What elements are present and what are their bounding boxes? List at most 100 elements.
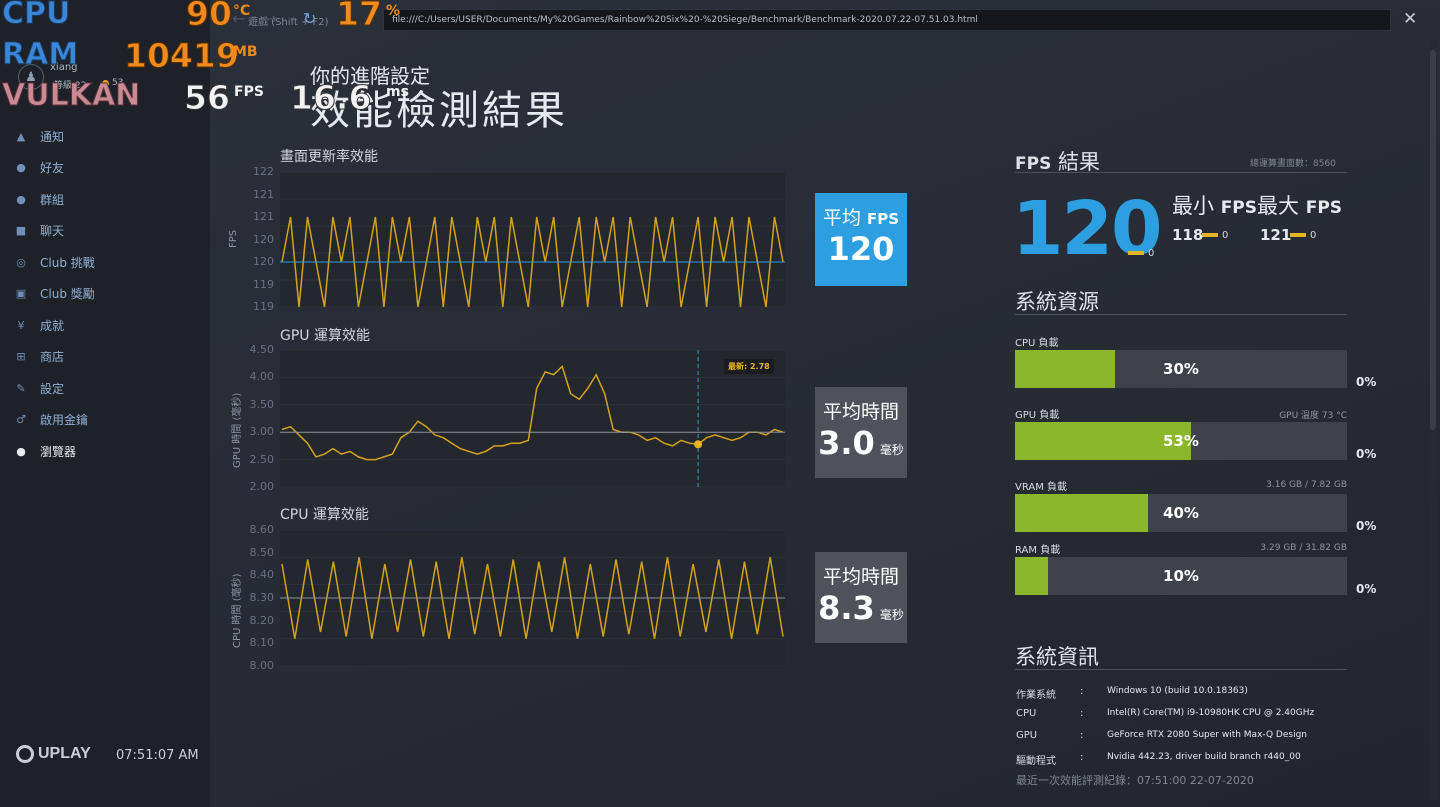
sidebar-item-label: 群組	[40, 192, 65, 207]
gpu-ytick: 2.00	[249, 480, 275, 493]
avg-gpu-label: 平均時間	[822, 401, 899, 423]
gpu-ytick: 4.50	[249, 343, 275, 356]
resource-detail: 3.29 GB / 31.82 GB	[1260, 543, 1347, 553]
resource-detail: 3.16 GB / 7.82 GB	[1266, 480, 1347, 490]
sysinfo-key: 作業系統	[1016, 690, 1056, 701]
key-icon: ♂	[16, 413, 26, 426]
sidebar-item-label: 聊天	[40, 224, 65, 238]
sysinfo-key: GPU	[1016, 730, 1038, 741]
forward-arrow-icon[interactable]: →	[264, 9, 277, 28]
avg-fps-delta: 0	[1128, 248, 1154, 259]
avg-cpu-box: 平均時間 8.3 毫秒	[815, 552, 907, 643]
sysinfo-key: CPU	[1016, 708, 1037, 719]
max-fps-value: 121	[1260, 226, 1292, 244]
divider	[1015, 669, 1347, 670]
sidebar-item-3[interactable]: ● 群組	[14, 188, 64, 210]
sysinfo-colon: :	[1080, 730, 1084, 741]
sidebar-item-7[interactable]: ¥ 成就	[14, 314, 65, 336]
fps-graph	[280, 171, 815, 308]
sidebar-item-1[interactable]: ▲ 通知	[14, 125, 64, 147]
sidebar-item-label: 通知	[40, 129, 65, 144]
cpu-graph-title: CPU 運算效能	[280, 507, 369, 523]
resource-percent: 40%	[1163, 504, 1199, 522]
chat-icon: ■	[15, 224, 27, 237]
cpu-ytick: 8.30	[249, 591, 275, 604]
gpu-graph[interactable]: 最新: 2.78	[280, 349, 815, 488]
gpu-ytick: 3.00	[249, 425, 275, 439]
globe-icon: ●	[16, 444, 26, 458]
resource-bar: 30%	[1015, 350, 1347, 388]
sidebar-item-10[interactable]: ♂ 啟用金鑰	[14, 409, 88, 431]
min-fps-delta: 0	[1202, 230, 1228, 241]
sidebar-item-label: 設定	[40, 381, 65, 396]
sidebar-item-6[interactable]: ▣ Club 獎勵	[14, 283, 95, 305]
sidebar-item-2[interactable]: ● 好友	[14, 157, 64, 179]
avg-fps-big: 120	[1012, 186, 1162, 272]
min-max-title: 最小 FPS最大 FPS	[1172, 194, 1343, 218]
sysinfo-colon: :	[1080, 686, 1084, 697]
osd-ram-unit: MB	[233, 44, 258, 60]
osd-frametime: 16.6	[289, 78, 372, 118]
total-frames: 總運算畫面數：8560	[1250, 159, 1336, 169]
gpu-tooltip: 最新: 2.78	[724, 359, 774, 374]
bell-icon: ▲	[16, 129, 26, 143]
cpu-graph-svg	[280, 529, 815, 667]
sidebar-item-8[interactable]: ⊞ 商店	[14, 346, 64, 368]
osd-api-label: VULKAN	[1, 78, 141, 114]
sidebar-item-11[interactable]: ● 瀏覽器	[14, 440, 76, 462]
fps-ytick: 120	[253, 255, 274, 268]
resource-label: RAM 負載	[1015, 545, 1061, 556]
sidebar-item-5[interactable]: ◎ Club 挑戰	[14, 251, 95, 273]
sidebar-item-label: 商店	[40, 350, 65, 364]
osd-cpu-load-unit: %	[386, 3, 401, 19]
osd-fps-value: 56	[184, 78, 231, 118]
resource-bar: 10%	[1015, 557, 1347, 595]
resource-detail: GPU 溫度 73 °C	[1279, 411, 1347, 421]
gpu-graph-svg	[280, 349, 815, 488]
address-bar[interactable]: file:///C:/Users/USER/Documents/My%20Gam…	[383, 9, 1391, 31]
resource-zero: 0%	[1356, 375, 1377, 389]
sysinfo-value: Windows 10 (build 10.0.18363)	[1107, 686, 1248, 696]
resource-label: VRAM 負載	[1015, 482, 1068, 493]
cpu-ytick: 8.40	[249, 568, 275, 582]
sidebar-item-9[interactable]: ✎ 設定	[14, 377, 64, 399]
avg-cpu-label: 平均時間	[822, 566, 899, 588]
avg-fps-box: 平均 FPS 120	[815, 193, 907, 286]
close-icon[interactable]: ✕	[1403, 9, 1417, 29]
gpu-ytick: 4.00	[249, 370, 275, 384]
gpu-ytick: 3.50	[249, 397, 275, 411]
cpu-ytick: 8.10	[249, 636, 275, 650]
sidebar-item-4[interactable]: ■ 聊天	[14, 220, 64, 242]
fps-ytick: 122	[253, 165, 274, 178]
club-challenge-icon: ◎	[16, 255, 26, 269]
cursor-point	[694, 440, 703, 449]
avg-fps-label-en: FPS	[867, 210, 900, 228]
sysinfo-key: 驅動程式	[1016, 756, 1056, 767]
gpu-graph-ylabel: GPU 時間 (毫秒)	[232, 392, 243, 468]
resources-title: 系統資源	[1015, 290, 1099, 314]
sidebar-item-label: Club 挑戰	[40, 255, 95, 270]
resource-zero: 0%	[1356, 519, 1377, 533]
osd-cpu-load: 17	[336, 0, 383, 34]
sysinfo-value: GeForce RTX 2080 Super with Max-Q Design	[1107, 730, 1307, 740]
resource-percent: 10%	[1163, 567, 1199, 585]
sysinfo-value: Nvidia 442.23, driver build branch r440_…	[1107, 752, 1301, 762]
sysinfo-colon: :	[1080, 708, 1084, 719]
reload-icon[interactable]: ↻	[303, 9, 316, 28]
avg-gpu-unit: 毫秒	[879, 443, 904, 457]
resource-percent: 30%	[1163, 360, 1199, 378]
cpu-ytick: 8.00	[249, 659, 275, 672]
gpu-graph-title: GPU 運算效能	[280, 328, 370, 344]
wrench-icon: ✎	[16, 381, 26, 395]
min-fps-value: 118	[1172, 226, 1204, 244]
cpu-graph-ylabel: CPU 時間 (毫秒)	[232, 573, 243, 649]
fps-ytick: 121	[253, 210, 274, 223]
sidebar-item-label: 瀏覽器	[40, 444, 77, 459]
resource-zero: 0%	[1356, 447, 1377, 461]
scrollbar[interactable]	[1429, 40, 1437, 800]
cpu-graph	[280, 529, 815, 667]
achievement-icon: ¥	[17, 318, 25, 332]
osd-cpu-temp-unit: °C	[233, 3, 251, 19]
scroll-thumb[interactable]	[1430, 50, 1436, 430]
osd-ram-label: RAM	[1, 37, 79, 73]
